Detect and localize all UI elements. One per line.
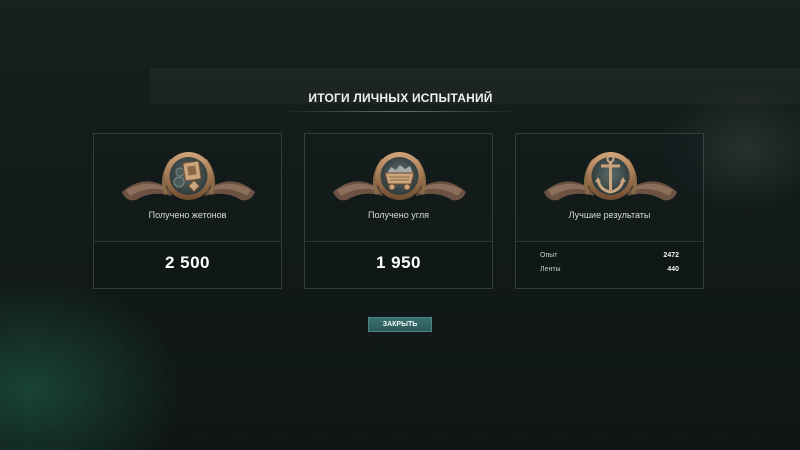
title-divider <box>278 111 523 112</box>
coal-label: Получено угля <box>368 210 429 220</box>
stat-value-experience: 2472 <box>663 252 679 259</box>
tokens-card-header: Получено жетонов <box>94 134 281 244</box>
stat-label-experience: Опыт <box>540 252 558 259</box>
best-results-card-header: Лучшие результаты <box>516 134 703 244</box>
coal-value: 1 950 <box>375 253 422 272</box>
coal-cart-medal-icon <box>333 152 466 201</box>
tokens-value-panel: 2 500 <box>94 241 281 288</box>
token-medal-icon <box>122 152 255 201</box>
close-button[interactable]: ЗАКРЫТЬ <box>368 317 432 332</box>
coal-card-header: Получено угля <box>305 134 492 244</box>
tokens-value: 2 500 <box>164 253 211 272</box>
stat-row-ribbons: Ленты 440 <box>540 266 679 273</box>
background-pattern <box>60 330 760 440</box>
best-results-label: Лучшие результаты <box>568 210 651 220</box>
dialog-title: ИТОГИ ЛИЧНЫХ ИСПЫТАНИЙ <box>308 91 493 105</box>
best-results-stats-panel: Опыт 2472 Ленты 440 <box>516 241 703 288</box>
stat-row-experience: Опыт 2472 <box>540 252 679 259</box>
coal-value-panel: 1 950 <box>305 241 492 288</box>
tokens-label: Получено жетонов <box>148 210 227 220</box>
tokens-card: Получено жетонов 2 500 <box>93 133 282 289</box>
stat-label-ribbons: Ленты <box>540 266 561 273</box>
anchor-medal-icon <box>544 152 677 201</box>
stat-value-ribbons: 440 <box>667 266 679 273</box>
best-results-card: Лучшие результаты Опыт 2472 Ленты 440 <box>515 133 704 289</box>
dialog-header: ИТОГИ ЛИЧНЫХ ИСПЫТАНИЙ <box>278 88 523 112</box>
coal-card: Получено угля 1 950 <box>304 133 493 289</box>
